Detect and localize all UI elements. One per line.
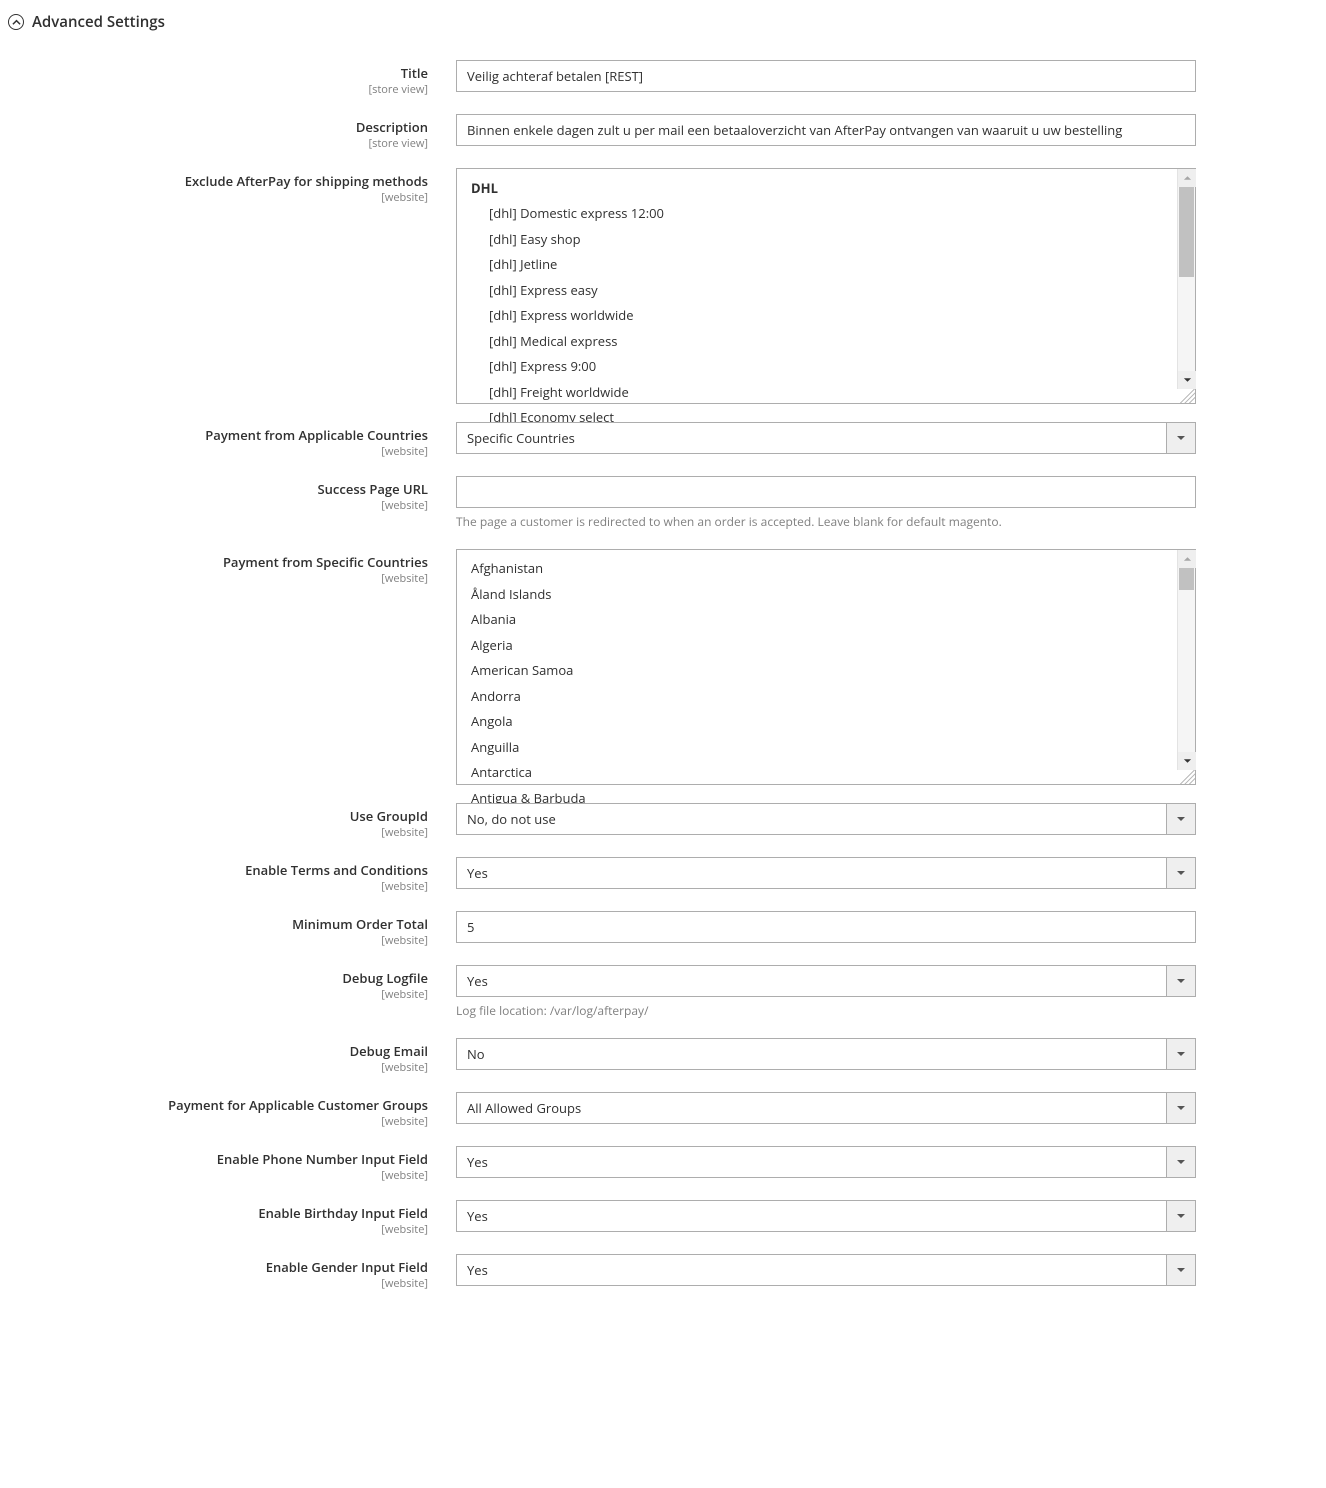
list-item[interactable]: Angola: [457, 709, 1195, 735]
list-item[interactable]: Algeria: [457, 633, 1195, 659]
description-label: Description: [8, 119, 428, 136]
title-input[interactable]: [456, 60, 1196, 92]
scope-label: [website]: [8, 191, 428, 204]
list-item[interactable]: American Samoa: [457, 658, 1195, 684]
customer-groups-label: Payment for Applicable Customer Groups: [8, 1097, 428, 1114]
scroll-up-icon[interactable]: [1178, 169, 1196, 187]
use-groupid-select[interactable]: No, do not use: [456, 803, 1196, 835]
section-toggle[interactable]: Advanced Settings: [8, 12, 1296, 32]
list-item[interactable]: [dhl] Domestic express 12:00: [457, 201, 1195, 227]
list-item[interactable]: Albania: [457, 607, 1195, 633]
exclude-shipping-label: Exclude AfterPay for shipping methods: [8, 173, 428, 190]
specific-countries-multiselect[interactable]: Afghanistan Åland Islands Albania Algeri…: [456, 549, 1196, 785]
list-item[interactable]: [dhl] Express 9:00: [457, 354, 1195, 380]
enable-terms-label: Enable Terms and Conditions: [8, 862, 428, 879]
title-label: Title: [8, 65, 428, 82]
list-item[interactable]: [dhl] Freight worldwide: [457, 380, 1195, 406]
scope-label: [website]: [8, 880, 428, 893]
min-order-total-label: Minimum Order Total: [8, 916, 428, 933]
list-item[interactable]: [dhl] Jetline: [457, 252, 1195, 278]
use-groupid-label: Use GroupId: [8, 808, 428, 825]
scrollbar-thumb[interactable]: [1179, 568, 1194, 590]
scope-label: [website]: [8, 1223, 428, 1236]
list-item[interactable]: Afghanistan: [457, 556, 1195, 582]
specific-countries-label: Payment from Specific Countries: [8, 554, 428, 571]
scope-label: [website]: [8, 826, 428, 839]
list-item[interactable]: [dhl] Express worldwide: [457, 303, 1195, 329]
list-item[interactable]: Andorra: [457, 684, 1195, 710]
applicable-countries-label: Payment from Applicable Countries: [8, 427, 428, 444]
list-group: DHL: [457, 175, 1195, 201]
section-title: Advanced Settings: [32, 12, 165, 32]
scope-label: [website]: [8, 572, 428, 585]
exclude-shipping-multiselect[interactable]: DHL [dhl] Domestic express 12:00 [dhl] E…: [456, 168, 1196, 404]
scope-label: [website]: [8, 934, 428, 947]
scope-label: [website]: [8, 1277, 428, 1290]
enable-phone-label: Enable Phone Number Input Field: [8, 1151, 428, 1168]
chevron-up-icon: [8, 14, 24, 30]
scope-label: [website]: [8, 1061, 428, 1074]
scope-label: [store view]: [8, 83, 428, 96]
customer-groups-select[interactable]: All Allowed Groups: [456, 1092, 1196, 1124]
list-item[interactable]: Anguilla: [457, 735, 1195, 761]
list-item[interactable]: [dhl] Express easy: [457, 278, 1195, 304]
description-input[interactable]: [456, 114, 1196, 146]
enable-birthday-select[interactable]: Yes: [456, 1200, 1196, 1232]
list-item[interactable]: Åland Islands: [457, 582, 1195, 608]
scroll-down-icon[interactable]: [1178, 371, 1196, 389]
enable-terms-select[interactable]: Yes: [456, 857, 1196, 889]
scope-label: [website]: [8, 445, 428, 458]
resize-handle[interactable]: [1179, 770, 1195, 784]
debug-logfile-hint: Log file location: /var/log/afterpay/: [456, 1003, 1196, 1020]
scope-label: [store view]: [8, 137, 428, 150]
enable-birthday-label: Enable Birthday Input Field: [8, 1205, 428, 1222]
scrollbar[interactable]: [1177, 169, 1195, 389]
resize-handle[interactable]: [1179, 389, 1195, 403]
scope-label: [website]: [8, 1169, 428, 1182]
success-url-label: Success Page URL: [8, 481, 428, 498]
scope-label: [website]: [8, 1115, 428, 1128]
scrollbar-thumb[interactable]: [1179, 187, 1194, 277]
scroll-up-icon[interactable]: [1178, 550, 1196, 568]
enable-phone-select[interactable]: Yes: [456, 1146, 1196, 1178]
debug-email-select[interactable]: No: [456, 1038, 1196, 1070]
debug-logfile-select[interactable]: Yes: [456, 965, 1196, 997]
scroll-down-icon[interactable]: [1178, 752, 1196, 770]
scope-label: [website]: [8, 988, 428, 1001]
list-item[interactable]: Antarctica: [457, 760, 1195, 786]
min-order-total-input[interactable]: [456, 911, 1196, 943]
enable-gender-label: Enable Gender Input Field: [8, 1259, 428, 1276]
list-item[interactable]: [dhl] Medical express: [457, 329, 1195, 355]
debug-logfile-label: Debug Logfile: [8, 970, 428, 987]
scope-label: [website]: [8, 499, 428, 512]
scrollbar[interactable]: [1177, 550, 1195, 770]
enable-gender-select[interactable]: Yes: [456, 1254, 1196, 1286]
success-url-input[interactable]: [456, 476, 1196, 508]
advanced-settings-form: Title [store view] Description [store vi…: [8, 60, 1296, 1290]
debug-email-label: Debug Email: [8, 1043, 428, 1060]
applicable-countries-select[interactable]: Specific Countries: [456, 422, 1196, 454]
success-url-hint: The page a customer is redirected to whe…: [456, 514, 1196, 531]
list-item[interactable]: [dhl] Easy shop: [457, 227, 1195, 253]
